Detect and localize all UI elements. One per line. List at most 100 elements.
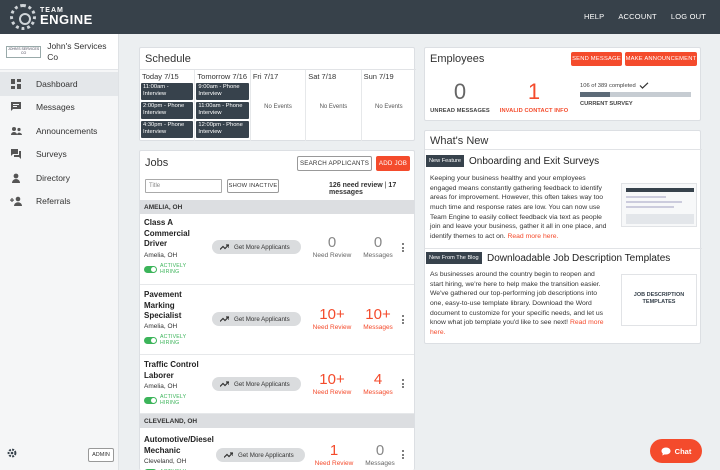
invalid-contact-stat[interactable]: 1 INVALID CONTACT INFO bbox=[499, 81, 569, 115]
job-row[interactable]: Traffic Control Laborer Amelia, OH ACTIV… bbox=[140, 355, 414, 414]
toggle-switch[interactable] bbox=[144, 397, 157, 405]
schedule-event[interactable]: 9:00am - Phone Interview bbox=[196, 83, 249, 100]
need-review-stat[interactable]: 0 Need Review bbox=[312, 235, 352, 259]
dashboard-icon bbox=[10, 78, 22, 90]
sidebar-item-announcements[interactable]: Announcements bbox=[0, 119, 118, 143]
schedule-day: Today 7/15 11:00am - Interview 2:00pm - … bbox=[140, 70, 196, 141]
chat-button[interactable]: Chat bbox=[650, 439, 702, 463]
add-job-button[interactable]: ADD JOB bbox=[376, 156, 410, 171]
survey-label: CURRENT SURVEY bbox=[580, 101, 633, 107]
sidebar-item-label: Dashboard bbox=[36, 78, 78, 89]
more-options-icon[interactable] bbox=[402, 379, 406, 390]
sidebar-item-surveys[interactable]: Surveys bbox=[0, 143, 118, 167]
schedule-event[interactable]: 11:00am - Phone Interview bbox=[196, 102, 249, 119]
more-options-icon[interactable] bbox=[402, 315, 406, 326]
gear-logo-icon bbox=[10, 4, 36, 30]
survey-icon bbox=[10, 148, 22, 160]
more-options-icon[interactable] bbox=[402, 243, 406, 254]
day-label: Sat 7/18 bbox=[308, 72, 337, 81]
actively-hiring-toggle[interactable]: ACTIVELY HIRING bbox=[144, 263, 186, 276]
job-location: Amelia, OH bbox=[144, 323, 178, 330]
actively-hiring-toggle[interactable]: ACTIVELY HIRING bbox=[144, 394, 186, 407]
messages-stat[interactable]: 10+ Messages bbox=[358, 307, 398, 331]
message-count: 0 bbox=[375, 442, 385, 459]
sidebar-item-directory[interactable]: Directory bbox=[0, 166, 118, 190]
job-location: Amelia, OH bbox=[144, 252, 178, 259]
messages-label: Messages bbox=[365, 460, 395, 467]
sidebar: JOHN'S SERVICES CO John's Services Co Da… bbox=[0, 34, 119, 470]
admin-button[interactable]: ADMIN bbox=[88, 448, 114, 462]
messages-stat[interactable]: 0 Messages bbox=[360, 443, 400, 467]
sidebar-item-label: Directory bbox=[36, 172, 71, 183]
day-label: Sun 7/19 bbox=[363, 72, 394, 81]
more-options-icon[interactable] bbox=[402, 450, 406, 461]
schedule-event[interactable]: 4:30pm - Phone Interview bbox=[141, 121, 194, 138]
schedule-event[interactable]: 12:00pm - Phone Interview bbox=[196, 121, 249, 138]
schedule-event[interactable]: 11:00am - Interview bbox=[141, 83, 194, 100]
sidebar-item-referrals[interactable]: Referrals bbox=[0, 190, 118, 214]
messages-stat[interactable]: 0 Messages bbox=[358, 235, 398, 259]
message-count: 4 bbox=[373, 371, 383, 388]
trending-up-icon bbox=[224, 452, 233, 458]
settings-gear-icon[interactable] bbox=[7, 448, 17, 460]
send-message-button[interactable]: SEND MESSAGE bbox=[571, 52, 622, 66]
job-title[interactable]: Automotive/Diesel Mechanic bbox=[144, 435, 214, 456]
schedule-title: Schedule bbox=[145, 53, 191, 65]
get-more-applicants-button[interactable]: Get More Applicants bbox=[212, 312, 301, 326]
no-events-text: No Events bbox=[319, 104, 348, 110]
account-link[interactable]: ACCOUNT bbox=[618, 12, 656, 21]
image-text-line2: TEMPLATES bbox=[642, 299, 676, 306]
need-review-stat[interactable]: 1 Need Review bbox=[314, 443, 354, 467]
read-more-link[interactable]: Read more here. bbox=[507, 233, 558, 240]
unread-messages-stat[interactable]: 0 UNREAD MESSAGES bbox=[430, 79, 490, 115]
job-row[interactable]: Class A Commercial Driver Amelia, OH ACT… bbox=[140, 215, 414, 285]
blog-badge: New From The Blog bbox=[426, 252, 482, 264]
toggle-switch[interactable] bbox=[144, 266, 157, 274]
schedule-event[interactable]: 2:00pm - Phone Interview bbox=[141, 102, 194, 119]
review-count: 10+ bbox=[319, 371, 345, 388]
search-applicants-button[interactable]: SEARCH APPLICANTS bbox=[297, 156, 372, 171]
survey-progress-text: 106 of 389 completed bbox=[580, 82, 636, 89]
logout-link[interactable]: LOG OUT bbox=[671, 12, 706, 21]
toggle-switch[interactable] bbox=[144, 337, 157, 345]
schedule-day: Fri 7/17 No Events bbox=[251, 70, 307, 141]
news-heading[interactable]: Onboarding and Exit Surveys bbox=[469, 156, 599, 167]
current-survey[interactable]: 106 of 389 completed CURRENT SURVEY bbox=[580, 82, 692, 107]
no-events-text: No Events bbox=[264, 104, 292, 110]
get-more-label: Get More Applicants bbox=[234, 243, 290, 251]
actively-hiring-toggle[interactable]: ACTIVELY HIRING bbox=[144, 334, 186, 347]
job-title[interactable]: Traffic Control Laborer bbox=[144, 360, 208, 381]
jobs-title: Jobs bbox=[145, 157, 169, 169]
feature-screenshot-image bbox=[621, 183, 697, 227]
messages-label: Messages bbox=[363, 252, 393, 259]
sidebar-item-messages[interactable]: Messages bbox=[0, 96, 118, 120]
news-heading[interactable]: Downloadable Job Description Templates bbox=[487, 253, 670, 264]
job-title[interactable]: Pavement Marking Specialist bbox=[144, 290, 204, 322]
messages-stat[interactable]: 4 Messages bbox=[358, 372, 398, 396]
messages-label: Messages bbox=[363, 389, 393, 396]
job-templates-image: JOB DESCRIPTION TEMPLATES bbox=[621, 274, 697, 326]
hiring-line2: HIRING bbox=[160, 399, 180, 406]
unread-count: 0 bbox=[453, 79, 467, 104]
need-review-count: 126 need review bbox=[329, 182, 383, 189]
make-announcement-button[interactable]: MAKE ANNOUNCEMENT bbox=[625, 52, 697, 66]
help-link[interactable]: HELP bbox=[584, 12, 604, 21]
title-filter-input[interactable]: Title bbox=[145, 179, 222, 193]
sidebar-item-dashboard[interactable]: Dashboard bbox=[0, 72, 118, 96]
review-label: Need Review bbox=[312, 252, 352, 259]
logo-line2: ENGINE bbox=[40, 12, 93, 28]
job-row[interactable]: Pavement Marking Specialist Amelia, OH A… bbox=[140, 285, 414, 355]
show-inactive-button[interactable]: SHOW INACTIVE bbox=[227, 179, 279, 193]
need-review-stat[interactable]: 10+ Need Review bbox=[312, 307, 352, 331]
job-title[interactable]: Class A Commercial Driver bbox=[144, 218, 204, 250]
add-person-icon bbox=[10, 195, 22, 207]
job-row[interactable]: Automotive/Diesel Mechanic Cleveland, OH… bbox=[140, 429, 414, 470]
get-more-applicants-button[interactable]: Get More Applicants bbox=[212, 240, 301, 254]
get-more-applicants-button[interactable]: Get More Applicants bbox=[216, 448, 305, 462]
company-logo: JOHN'S SERVICES CO bbox=[6, 45, 42, 58]
team-engine-logo[interactable]: TEAM ENGINE bbox=[10, 4, 93, 30]
need-review-stat[interactable]: 10+ Need Review bbox=[312, 372, 352, 396]
news-text: Keeping your business healthy and your e… bbox=[430, 175, 607, 240]
get-more-applicants-button[interactable]: Get More Applicants bbox=[212, 377, 301, 391]
company-header[interactable]: JOHN'S SERVICES CO John's Services Co bbox=[0, 34, 118, 70]
